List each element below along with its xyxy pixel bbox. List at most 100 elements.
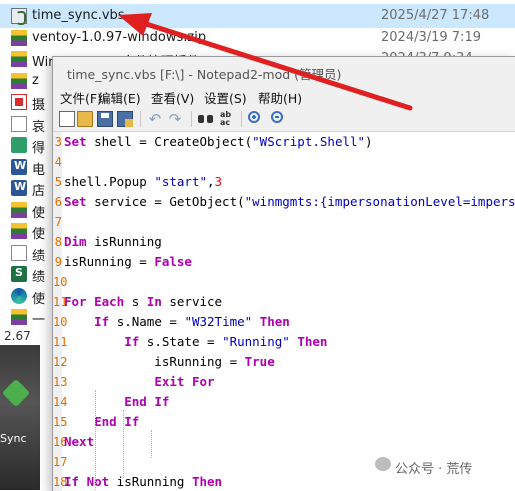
image-icon [11, 115, 27, 132]
code-token: In [146, 294, 162, 309]
line-number: 10 [53, 315, 68, 329]
code-token: s.Name = [109, 314, 185, 329]
code-token: End If [94, 414, 140, 429]
file-date: 2025/4/27 17:48 [381, 8, 490, 23]
code-text: Exit For [64, 374, 215, 389]
code-token: Then [297, 334, 328, 349]
code-text: If s.State = "Running" Then [64, 334, 327, 349]
code-text: shell.Popup "start",3 [64, 174, 222, 189]
file-row[interactable]: ventoy-1.0.97-windows.zip 2024/3/19 7:19 [0, 26, 515, 50]
zip-archive-icon [11, 29, 27, 46]
line-number: 10 [53, 275, 68, 289]
pdf-icon [11, 94, 27, 110]
toolbar-separator [241, 111, 242, 127]
save-icon[interactable] [97, 111, 113, 127]
code-token: True [244, 354, 275, 369]
line-number: 11 [53, 335, 68, 349]
code-text: End If [64, 394, 169, 409]
code-token: shell = CreateObject( [86, 134, 253, 149]
indent-guide [95, 390, 96, 491]
code-token: ) [365, 134, 373, 149]
zoom-in-icon[interactable] [248, 111, 260, 123]
code-token: isRunning [86, 234, 162, 249]
undo-icon[interactable]: ↶ [147, 111, 163, 127]
menu-help[interactable]: 帮助(H) [258, 88, 302, 107]
zoom-out-icon[interactable] [271, 111, 283, 123]
code-token: service [161, 294, 223, 309]
line-number: 9 [54, 255, 62, 269]
code-token: "WScript.Shell" [252, 134, 366, 149]
code-token: Then [191, 474, 223, 489]
zip-archive-icon [11, 309, 27, 325]
file-name: 得 [32, 141, 46, 156]
code-token: Exit For [154, 374, 215, 389]
vbs-script-icon [11, 8, 27, 25]
code-token: 3 [214, 174, 223, 189]
line-number: 13 [53, 375, 68, 389]
line-number: 4 [54, 155, 62, 169]
file-name: 使 [32, 291, 46, 307]
new-file-icon[interactable] [59, 111, 75, 127]
menu-edit[interactable]: 编辑(E) [98, 88, 141, 107]
code-token: Next [64, 434, 95, 449]
code-token: Then [259, 314, 290, 329]
file-name: 摄 [32, 98, 46, 113]
zip-archive-icon [11, 72, 27, 89]
code-text: isRunning = False [64, 254, 192, 269]
line-number: 6 [54, 195, 62, 209]
code-token: Set [64, 194, 87, 209]
edge-browser-icon [11, 287, 27, 304]
indent-guide [123, 410, 124, 478]
code-token: "winmgmts:{impersonationLevel=impersonat… [244, 194, 515, 209]
code-line: 6 Set service = GetObject("winmgmts:{impe… [53, 192, 515, 212]
file-name: 使 [32, 227, 46, 242]
watermark: 公众号 · 荒传 [375, 457, 473, 477]
code-token: , [207, 174, 215, 189]
save-as-icon[interactable] [117, 111, 133, 127]
code-text: For Each s In service [64, 294, 222, 309]
code-editor[interactable]: 3 Set shell = CreateObject("WScript.Shell… [53, 132, 515, 491]
line-number: 3 [54, 135, 62, 149]
code-token: "W32Time" [184, 314, 253, 329]
desktop-shortcut-label: Sync [0, 432, 27, 445]
file-name: 哀 [32, 119, 46, 135]
file-name: time_sync.vbs [32, 8, 125, 23]
code-line: 11 If s.State = "Running" Then [53, 332, 515, 352]
menu-view[interactable]: 查看(V) [151, 88, 194, 107]
text-file-icon [11, 244, 27, 261]
find-icon[interactable] [198, 111, 214, 127]
open-folder-icon[interactable] [77, 111, 93, 127]
line-number: 15 [53, 415, 68, 429]
zip-archive-icon [11, 201, 27, 218]
code-token: s.State = [139, 334, 223, 349]
code-token: Dim [64, 234, 87, 249]
line-number: 16 [53, 435, 68, 449]
code-text: Dim isRunning [64, 234, 162, 249]
code-token: End If [124, 394, 170, 409]
redo-icon[interactable]: ↷ [167, 111, 183, 127]
code-line: 11 For Each s In service [53, 292, 515, 312]
line-number: 8 [54, 235, 62, 249]
title-bar[interactable]: time_sync.vbs [F:\] - Notepad2-mod (管理员) [53, 57, 515, 85]
file-row[interactable]: time_sync.vbs 2025/4/27 17:48 [0, 4, 515, 28]
menu-file[interactable]: 文件(F) [60, 88, 102, 107]
line-number: 5 [54, 175, 62, 189]
code-line: 10 [53, 272, 515, 292]
file-name: 使 [32, 205, 46, 221]
word-doc-icon [11, 158, 27, 175]
line-number: 12 [53, 355, 68, 369]
menu-settings[interactable]: 设置(S) [204, 88, 247, 107]
line-number: 14 [53, 395, 68, 409]
indent-guide [151, 430, 152, 458]
code-token: shell.Popup [64, 174, 155, 189]
menu-bar: 文件(F) 编辑(E) 查看(V) 设置(S) 帮助(H) [53, 85, 515, 107]
watermark-text: 公众号 · 荒传 [395, 462, 473, 477]
code-text: If s.Name = "W32Time" Then [64, 314, 290, 329]
file-name: 店 [32, 184, 46, 199]
replace-icon[interactable]: ab ac [220, 111, 236, 127]
file-name: 一 [32, 313, 46, 328]
code-line: 14 End If [53, 392, 515, 412]
code-line: 9 isRunning = False [53, 252, 515, 272]
